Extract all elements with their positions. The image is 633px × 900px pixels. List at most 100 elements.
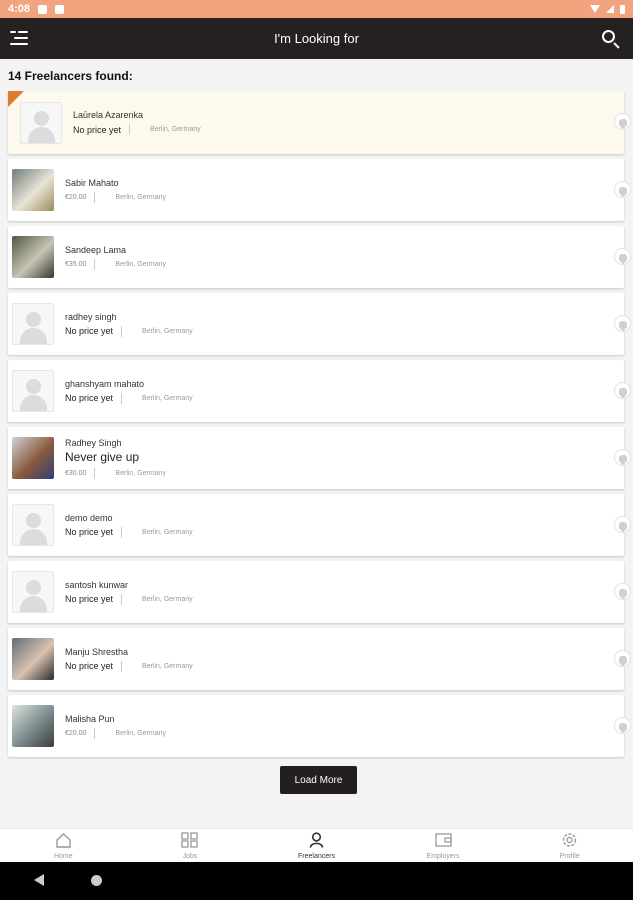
meta-divider bbox=[121, 392, 123, 404]
app-bar: I'm Looking for bbox=[0, 18, 633, 59]
freelancer-meta: No price yet Berlin, Germany bbox=[65, 660, 193, 672]
favorite-heart-icon[interactable] bbox=[614, 382, 631, 399]
freelancer-price: No price yet bbox=[65, 594, 114, 604]
freelancer-info: radhey singh No price yet Berlin, Germany bbox=[65, 312, 193, 337]
home-icon bbox=[55, 832, 72, 848]
freelancer-meta: No price yet Berlin, Germany bbox=[65, 392, 193, 404]
freelancer-name[interactable]: Malisha Pun bbox=[65, 714, 166, 724]
freelancer-name[interactable]: ghanshyam mahato bbox=[65, 379, 193, 389]
meta-divider bbox=[121, 660, 123, 672]
freelancer-card[interactable]: Malisha Pun €20.00 Berlin, Germany bbox=[8, 695, 631, 757]
avatar[interactable] bbox=[12, 236, 54, 278]
freelancer-price: €20.00 bbox=[65, 729, 87, 737]
freelancer-info: Laūrela Azarenka No price yet Berlin, Germ… bbox=[73, 110, 201, 135]
favorite-heart-icon[interactable] bbox=[614, 449, 631, 466]
favorite-heart-icon[interactable] bbox=[614, 113, 631, 130]
avatar[interactable] bbox=[12, 370, 54, 412]
results-count: 14 Freelancers found: bbox=[8, 69, 133, 83]
freelancer-card[interactable]: Sandeep Lama €35.00 Berlin, Germany bbox=[8, 226, 631, 288]
freelancer-card[interactable]: santosh kunwar No price yet Berlin, German… bbox=[8, 561, 631, 623]
settings-status-icon bbox=[38, 4, 48, 14]
avatar[interactable] bbox=[12, 571, 54, 613]
home-circle-icon[interactable] bbox=[91, 875, 102, 886]
freelancer-info: ghanshyam mahato No price yet Berlin, Germ… bbox=[65, 379, 193, 404]
freelancer-name[interactable]: Sabir Mahato bbox=[65, 178, 166, 188]
freelancer-name[interactable]: Laūrela Azarenka bbox=[73, 110, 201, 120]
avatar[interactable] bbox=[12, 504, 54, 546]
freelancer-location: Berlin, Germany bbox=[115, 469, 166, 477]
meta-divider bbox=[94, 258, 96, 270]
favorite-heart-icon[interactable] bbox=[614, 516, 631, 533]
freelancer-location: Berlin, Germany bbox=[150, 126, 201, 133]
freelancer-info: Sandeep Lama €35.00 Berlin, Germany bbox=[65, 245, 166, 270]
nav-label: Freelancers bbox=[298, 853, 335, 860]
freelancer-name[interactable]: Sandeep Lama bbox=[65, 245, 166, 255]
avatar[interactable] bbox=[12, 303, 54, 345]
favorite-heart-icon[interactable] bbox=[614, 248, 631, 265]
freelancer-info: Malisha Pun €20.00 Berlin, Germany bbox=[65, 714, 166, 739]
favorite-heart-icon[interactable] bbox=[614, 717, 631, 734]
meta-divider bbox=[121, 526, 123, 538]
nav-item-profile[interactable]: Profile bbox=[506, 829, 633, 862]
freelancer-name[interactable]: Radhey Singh bbox=[65, 438, 166, 448]
avatar[interactable] bbox=[12, 638, 54, 680]
nav-item-jobs[interactable]: Jobs bbox=[127, 829, 254, 862]
avatar[interactable] bbox=[20, 101, 62, 144]
freelancer-info: santosh kunwar No price yet Berlin, German… bbox=[65, 580, 193, 605]
nav-label: Employers bbox=[426, 853, 460, 860]
freelancer-meta: No price yet Berlin, Germany bbox=[73, 124, 201, 135]
back-icon[interactable] bbox=[34, 874, 44, 886]
freelancer-price: €30.00 bbox=[65, 469, 87, 477]
freelancer-location: Berlin, Germany bbox=[115, 260, 166, 268]
favorite-heart-icon[interactable] bbox=[614, 315, 631, 332]
meta-divider bbox=[129, 124, 131, 135]
freelancer-card[interactable]: Manju Shrestha No price yet Berlin, German… bbox=[8, 628, 631, 690]
load-more-button[interactable]: Load More bbox=[280, 766, 357, 794]
freelancer-price: No price yet bbox=[65, 326, 114, 336]
freelancer-card[interactable]: radhey singh No price yet Berlin, Germany bbox=[8, 293, 631, 355]
freelancer-price: €35.00 bbox=[65, 260, 87, 268]
status-bar: 4:08 bbox=[0, 0, 633, 18]
meta-divider bbox=[121, 593, 123, 605]
sd-card-status-icon bbox=[55, 4, 65, 14]
avatar[interactable] bbox=[12, 705, 54, 747]
freelancer-price: No price yet bbox=[65, 393, 114, 403]
freelancer-location: Berlin, Germany bbox=[115, 193, 166, 201]
nav-item-employers[interactable]: Employers bbox=[380, 829, 507, 862]
freelancer-card[interactable]: ghanshyam mahato No price yet Berlin, Germ… bbox=[8, 360, 631, 422]
menu-icon[interactable] bbox=[10, 30, 28, 46]
freelancer-card[interactable]: Sabir Mahato €20.00 Berlin, Germany bbox=[8, 159, 631, 221]
nav-item-freelancers[interactable]: Freelancers bbox=[253, 829, 380, 862]
nav-label: Jobs bbox=[182, 853, 198, 860]
meta-divider bbox=[121, 325, 123, 337]
freelancer-meta: €20.00 Berlin, Germany bbox=[65, 191, 166, 203]
avatar[interactable] bbox=[12, 437, 54, 479]
freelancer-info: Radhey Singh Never give up €30.00 Berlin, G… bbox=[65, 438, 166, 479]
avatar[interactable] bbox=[12, 169, 54, 211]
freelancer-card[interactable]: Laūrela Azarenka No price yet Berlin, Germ… bbox=[8, 91, 631, 154]
freelancer-location: Berlin, Germany bbox=[142, 662, 193, 670]
freelancer-name[interactable]: Manju Shrestha bbox=[65, 647, 193, 657]
gear-icon bbox=[561, 832, 578, 848]
status-time: 4:08 bbox=[8, 3, 31, 15]
favorite-heart-icon[interactable] bbox=[614, 650, 631, 667]
bottom-nav: Home Jobs Freelancers Employers Profile bbox=[0, 828, 633, 862]
search-icon[interactable] bbox=[601, 29, 621, 49]
freelancer-price: No price yet bbox=[73, 124, 122, 135]
person-icon bbox=[308, 832, 325, 848]
freelancer-list: Laūrela Azarenka No price yet Berlin, Germ… bbox=[8, 91, 631, 762]
freelancer-meta: No price yet Berlin, Germany bbox=[65, 526, 193, 538]
freelancer-card[interactable]: demo demo No price yet Berlin, Germany bbox=[8, 494, 631, 556]
freelancer-name[interactable]: radhey singh bbox=[65, 312, 193, 322]
freelancer-location: Berlin, Germany bbox=[142, 327, 193, 335]
meta-divider bbox=[94, 467, 96, 479]
favorite-heart-icon[interactable] bbox=[614, 181, 631, 198]
wallet-icon bbox=[434, 832, 452, 848]
nav-item-home[interactable]: Home bbox=[0, 829, 127, 862]
favorite-heart-icon[interactable] bbox=[614, 583, 631, 600]
page-title: I'm Looking for bbox=[274, 31, 359, 46]
freelancer-name[interactable]: santosh kunwar bbox=[65, 580, 193, 590]
freelancer-card[interactable]: Radhey Singh Never give up €30.00 Berlin, G… bbox=[8, 427, 631, 489]
freelancer-price: No price yet bbox=[65, 661, 114, 671]
freelancer-name[interactable]: demo demo bbox=[65, 513, 193, 523]
